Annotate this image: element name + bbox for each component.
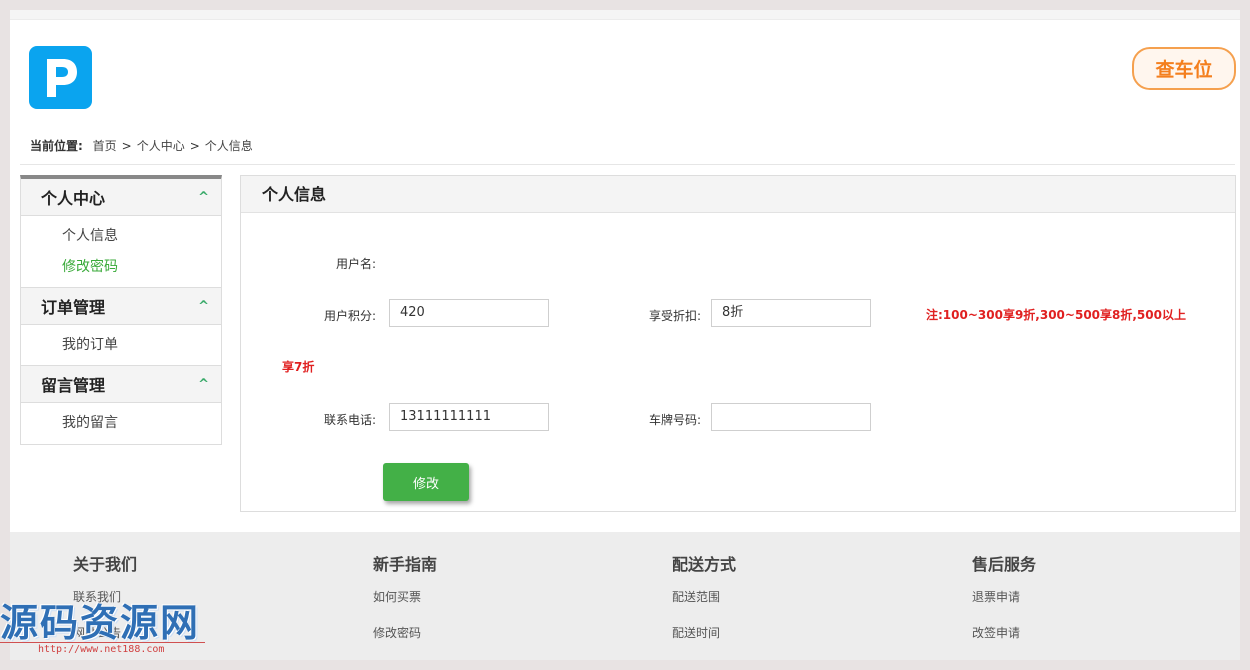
watermark-url: http://www.net188.com bbox=[38, 644, 165, 655]
sidebar-section-title: 订单管理 bbox=[41, 298, 106, 317]
breadcrumb: 当前位置: 首页 > 个人中心 > 个人信息 bbox=[30, 137, 253, 154]
watermark-underline bbox=[0, 642, 205, 643]
plate-label: 车牌号码: bbox=[648, 413, 701, 427]
personal-info-panel: 个人信息 用户名: 用户积分: 420 享受折扣: 8折 注:100~300享9… bbox=[240, 175, 1236, 512]
footer-column-title: 关于我们 bbox=[73, 555, 138, 574]
panel-title: 个人信息 bbox=[241, 176, 1235, 213]
phone-input[interactable]: 13111111111 bbox=[389, 403, 549, 431]
parking-p-icon bbox=[46, 58, 77, 97]
points-input[interactable]: 420 bbox=[389, 299, 549, 327]
discount-input[interactable]: 8折 bbox=[711, 299, 871, 327]
find-parking-button[interactable]: 查车位 bbox=[1132, 47, 1236, 90]
breadcrumb-label: 当前位置: bbox=[30, 139, 83, 153]
chevron-up-icon[interactable]: ^ bbox=[198, 377, 209, 392]
sidebar-section-title: 留言管理 bbox=[41, 376, 106, 395]
watermark-text: 源码资源网 bbox=[0, 601, 201, 645]
username-label: 用户名: bbox=[335, 257, 376, 271]
page-frame: 查车位 当前位置: 首页 > 个人中心 > 个人信息 个人中心 ^ 个人信息 修改密码 … bbox=[10, 10, 1240, 660]
breadcrumb-separator: > bbox=[189, 139, 200, 153]
sidebar-item-my-messages[interactable]: 我的留言 bbox=[21, 408, 221, 439]
modify-button[interactable]: 修改 bbox=[383, 463, 469, 501]
sidebar-item-change-password[interactable]: 修改密码 bbox=[21, 252, 221, 283]
sidebar-section-orders[interactable]: 订单管理 ^ bbox=[21, 288, 221, 325]
divider bbox=[20, 164, 1235, 165]
sidebar-section-title: 个人中心 bbox=[41, 189, 106, 208]
sidebar-list: 我的留言 bbox=[21, 403, 221, 443]
footer-link[interactable]: 配送时间 bbox=[672, 624, 720, 641]
footer-column-title: 售后服务 bbox=[972, 555, 1037, 574]
phone-label: 联系电话: bbox=[323, 413, 376, 427]
footer-link[interactable]: 修改密码 bbox=[373, 624, 421, 641]
breadcrumb-separator: > bbox=[121, 139, 132, 153]
points-label: 用户积分: bbox=[323, 309, 376, 323]
footer-column-title: 新手指南 bbox=[373, 555, 438, 574]
sidebar-item-personal-info[interactable]: 个人信息 bbox=[21, 221, 221, 252]
footer-link[interactable]: 如何买票 bbox=[373, 588, 421, 605]
breadcrumb-home[interactable]: 首页 bbox=[93, 139, 117, 153]
chevron-up-icon[interactable]: ^ bbox=[198, 190, 209, 205]
sidebar-list: 个人信息 修改密码 bbox=[21, 216, 221, 288]
sidebar-item-my-orders[interactable]: 我的订单 bbox=[21, 330, 221, 361]
sidebar-section-personal[interactable]: 个人中心 ^ bbox=[21, 179, 221, 216]
discount-label: 享受折扣: bbox=[648, 309, 701, 323]
breadcrumb-personal-center[interactable]: 个人中心 bbox=[137, 139, 185, 153]
top-bar bbox=[10, 10, 1240, 20]
chevron-up-icon[interactable]: ^ bbox=[198, 299, 209, 314]
watermark: 源码资源网 http://www.net188.com bbox=[0, 592, 210, 662]
footer-link[interactable]: 改签申请 bbox=[972, 624, 1020, 641]
discount-note-continued: 享7折 bbox=[282, 360, 315, 374]
plate-input[interactable] bbox=[711, 403, 871, 431]
footer-link[interactable]: 退票申请 bbox=[972, 588, 1020, 605]
footer-link[interactable]: 配送范围 bbox=[672, 588, 720, 605]
sidebar: 个人中心 ^ 个人信息 修改密码 订单管理 ^ 我的订单 留言管理 ^ 我的留言 bbox=[20, 175, 222, 445]
sidebar-section-messages[interactable]: 留言管理 ^ bbox=[21, 366, 221, 403]
breadcrumb-current: 个人信息 bbox=[204, 139, 253, 153]
sidebar-list: 我的订单 bbox=[21, 325, 221, 366]
footer-column-title: 配送方式 bbox=[672, 555, 737, 574]
discount-note: 注:100~300享9折,300~500享8折,500以上 bbox=[926, 308, 1186, 322]
parking-logo[interactable] bbox=[29, 46, 92, 109]
